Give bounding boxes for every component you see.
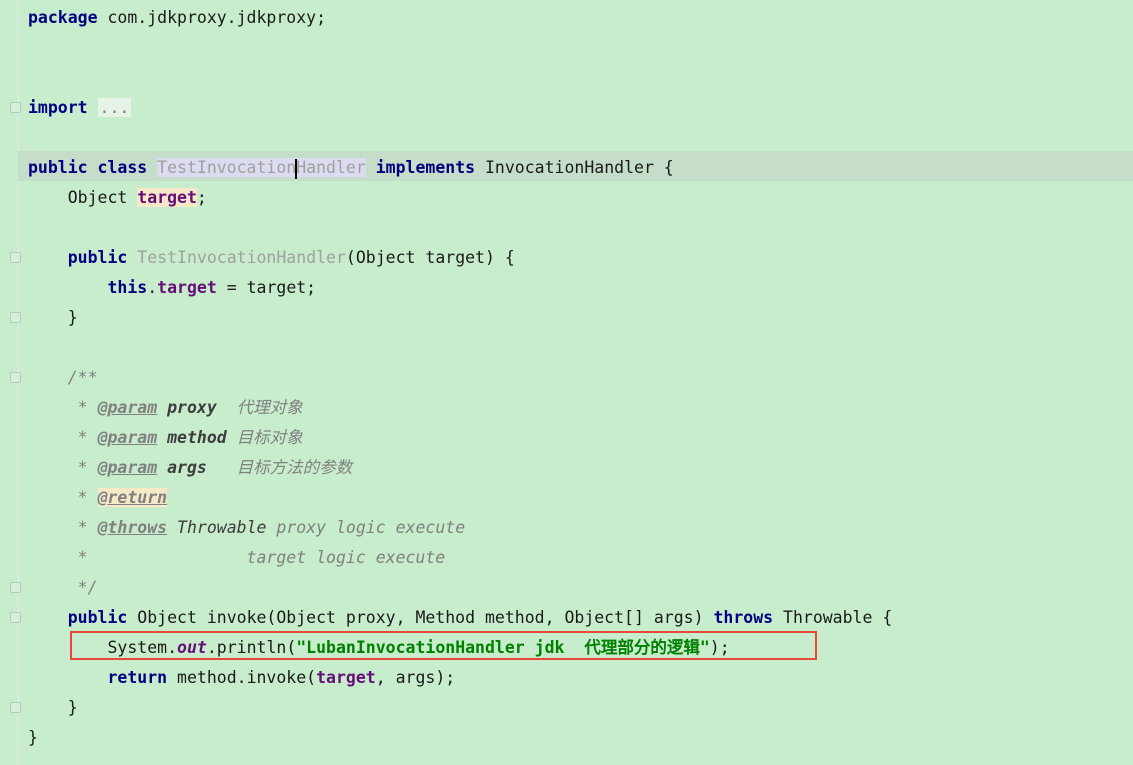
doc-star: * [67,458,98,477]
call-end: , args); [375,668,456,687]
class-name[interactable]: TestInvocationHandler [157,158,366,179]
doc-star: * [67,398,98,417]
code-line-class-close[interactable]: } [28,723,38,753]
doc-desc: * target logic execute [67,548,446,567]
ctor-name: TestInvocationHandler [137,248,346,267]
doc-star: * [67,488,98,507]
method-signature: Object invoke(Object proxy, Method metho… [127,608,714,627]
doc-star: * [67,428,98,447]
code-line-doc-close[interactable]: */ [28,573,98,603]
keyword: throws [713,608,774,627]
code-line-return[interactable]: return method.invoke(target, args); [28,663,455,693]
keyword: class [97,158,148,177]
doc-desc: 目标对象 [226,428,303,447]
keyword: public [67,248,128,267]
ctor-params: (Object target) { [345,248,515,267]
fold-invoke-close-icon[interactable] [10,702,21,713]
keyword: import [28,98,88,117]
doc-desc: proxy logic execute [266,518,466,537]
code-line-class-decl[interactable]: public class TestInvocationHandler imple… [28,153,674,183]
doc-tag: @throws [97,518,168,537]
collapsed-imports[interactable]: ... [97,98,132,117]
fold-invoke-open-icon[interactable] [10,612,21,623]
doc-close: */ [67,578,98,597]
brace: } [28,728,38,747]
keyword: package [28,8,98,27]
field-type: Object [67,188,138,207]
code-line-ctor-decl[interactable]: public TestInvocationHandler(Object targ… [28,243,515,273]
assignment: = target; [216,278,317,297]
doc-param-name: args [157,458,207,477]
fold-ctor-open-icon[interactable] [10,252,21,263]
doc-desc: 代理对象 [216,398,303,417]
semicolon: ; [196,188,207,207]
fold-doc-close-icon[interactable] [10,582,21,593]
highlight-annotation-box [70,631,817,660]
doc-type: Throwable [167,518,267,537]
brace: } [67,698,78,717]
brace: } [67,308,78,327]
code-line-doc-return[interactable]: * @return [28,483,168,513]
field-name: target [137,188,197,207]
fold-doc-open-icon[interactable] [10,372,21,383]
doc-open: /** [67,368,98,387]
throws-type: Throwable { [773,608,893,627]
code-line-package[interactable]: package com.jdkproxy.jdkproxy; [28,3,326,33]
keyword: this [107,278,148,297]
invoke-call: method.invoke( [167,668,317,687]
keyword: return [107,668,168,687]
doc-param-name: method [157,428,227,447]
code-line-field[interactable]: Object target; [28,183,207,213]
code-line-import[interactable]: import ... [28,93,132,123]
code-line-ctor-close[interactable]: } [28,303,78,333]
code-line-doc-cont[interactable]: * target logic execute [28,543,446,573]
interface-name: InvocationHandler { [475,158,674,177]
doc-desc: 目标方法的参数 [206,458,353,477]
dot: . [147,278,158,297]
code-line-invoke-decl[interactable]: public Object invoke(Object proxy, Metho… [28,603,893,633]
doc-tag: @param [97,458,158,477]
doc-tag: @return [97,488,168,507]
fold-ctor-close-icon[interactable] [10,312,21,323]
doc-tag: @param [97,398,158,417]
fold-import-icon[interactable] [10,102,21,113]
code-line-doc-param-method[interactable]: * @param method 目标对象 [28,423,303,453]
code-line-invoke-close[interactable]: } [28,693,78,723]
code-line-doc-open[interactable]: /** [28,363,98,393]
doc-star: * [67,518,98,537]
field-ref: target [316,668,376,687]
keyword: public [28,158,88,177]
code-line-ctor-body[interactable]: this.target = target; [28,273,316,303]
keyword: implements [375,158,476,177]
field-ref: target [157,278,217,297]
doc-param-name: proxy [157,398,217,417]
package-name: com.jdkproxy.jdkproxy; [97,8,327,27]
code-line-doc-param-args[interactable]: * @param args 目标方法的参数 [28,453,352,483]
code-line-doc-throws[interactable]: * @throws Throwable proxy logic execute [28,513,465,543]
code-line-doc-param-proxy[interactable]: * @param proxy 代理对象 [28,393,303,423]
keyword: public [67,608,128,627]
doc-tag: @param [97,428,158,447]
